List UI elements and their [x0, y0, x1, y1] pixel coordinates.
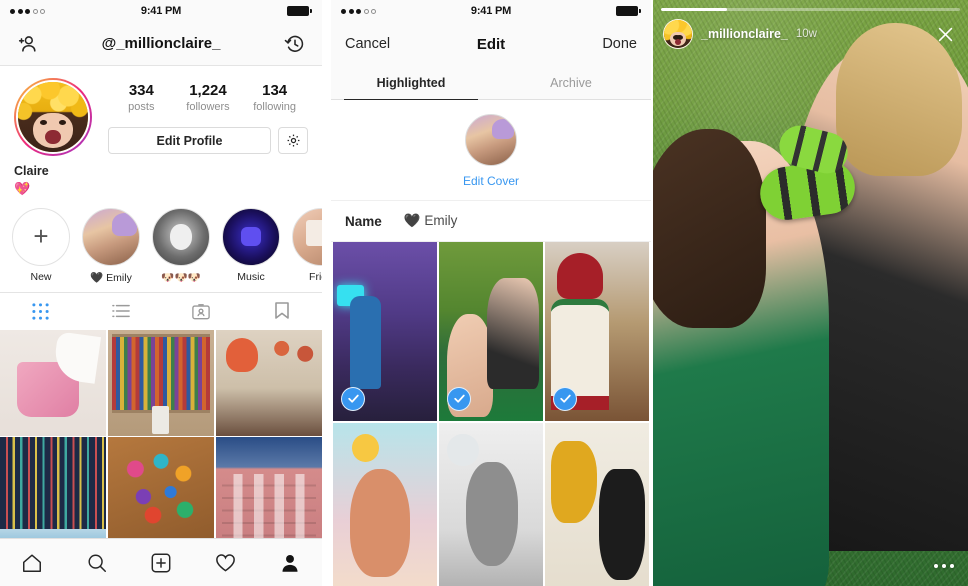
bottom-tab-bar	[0, 538, 322, 586]
story-thumbnail[interactable]	[545, 422, 649, 586]
cover-section: Edit Cover	[331, 100, 651, 201]
tab-grid[interactable]	[0, 293, 81, 330]
grid-photo[interactable]	[215, 329, 322, 436]
story-thumbnail[interactable]	[439, 422, 543, 586]
selected-check-icon[interactable]	[553, 386, 577, 411]
add-post-icon[interactable]	[129, 552, 193, 574]
story-selection-grid	[331, 242, 651, 586]
story-person-left-hair	[653, 128, 767, 329]
highlight-new[interactable]: + New	[12, 207, 70, 284]
close-x-icon[interactable]	[932, 21, 958, 47]
stat-value: 334	[128, 82, 154, 99]
edit-title: Edit	[476, 35, 506, 53]
story-media[interactable]: _millionclaire_ 10w	[653, 0, 968, 586]
signal-strength-icon	[341, 8, 401, 14]
profile-icon[interactable]	[258, 552, 322, 574]
profile-stats: 334 posts 1,224 followers 134 following …	[92, 78, 308, 156]
grid-photo[interactable]	[215, 437, 322, 544]
highlight-label: 🖤 Emily	[90, 271, 132, 284]
profile-username: @_millionclaire_	[101, 35, 221, 52]
bio-line: 💖	[14, 180, 31, 196]
edit-highlight-screen: 9:41 PM Cancel Edit Done Highlighted Arc…	[331, 0, 651, 586]
heart-icon[interactable]	[193, 551, 257, 574]
tab-saved[interactable]	[242, 293, 323, 330]
profile-nav-bar: @_millionclaire_	[0, 22, 322, 66]
grid-photo[interactable]	[107, 329, 215, 436]
add-person-icon[interactable]	[14, 31, 40, 57]
story-thumbnail[interactable]	[439, 242, 543, 421]
plus-icon: +	[12, 207, 70, 266]
profile-content-tabs	[0, 291, 323, 330]
story-viewer-screen: _millionclaire_ 10w	[653, 0, 968, 586]
selected-check-icon[interactable]	[447, 386, 471, 411]
story-timestamp: 10w	[795, 28, 817, 40]
story-progress-bar	[661, 8, 960, 11]
cancel-button[interactable]: Cancel	[345, 36, 407, 52]
three-panel-screenshot: 9:41 PM @_millionclaire_ 334 posts 1,224…	[0, 0, 968, 586]
grid-photo[interactable]	[0, 437, 107, 544]
highlight-emily[interactable]: 🖤 Emily	[82, 207, 140, 284]
panel-divider	[322, 0, 331, 586]
selected-check-icon[interactable]	[341, 386, 365, 411]
status-bar: 9:41 PM	[331, 0, 651, 22]
stat-following[interactable]: 134 following	[245, 82, 305, 115]
tab-tagged[interactable]	[161, 293, 242, 330]
tab-list[interactable]	[81, 293, 162, 330]
battery-icon	[581, 6, 641, 16]
signal-strength-icon	[10, 8, 70, 14]
profile-header: 334 posts 1,224 followers 134 following …	[0, 66, 322, 156]
edit-segmented-tabs: Highlighted Archive	[331, 66, 651, 100]
grid-photo[interactable]	[0, 329, 107, 436]
highlight-label: 🐶🐶🐶	[161, 271, 201, 284]
tab-archive[interactable]: Archive	[491, 66, 651, 99]
story-avatar[interactable]	[663, 19, 693, 49]
stat-label: posts	[128, 101, 155, 113]
highlight-dogs[interactable]: 🐶🐶🐶	[152, 207, 210, 284]
name-field-label: Name	[345, 213, 382, 229]
gear-icon[interactable]	[278, 127, 308, 155]
highlight-name-row[interactable]: Name 🖤 Emily	[331, 201, 651, 242]
archive-clock-icon[interactable]	[282, 31, 308, 57]
story-thumbnail[interactable]	[333, 422, 437, 586]
bio-display-name: Claire	[14, 164, 49, 178]
story-thumbnail[interactable]	[545, 242, 649, 421]
highlight-cover	[82, 207, 140, 266]
story-header: _millionclaire_ 10w	[663, 18, 958, 50]
tab-highlighted[interactable]: Highlighted	[331, 66, 491, 100]
story-username[interactable]: _millionclaire_	[701, 27, 788, 41]
highlight-cover	[222, 207, 280, 266]
name-field-value[interactable]: 🖤 Emily	[404, 213, 458, 229]
stat-value: 134	[262, 82, 288, 99]
highlight-friends[interactable]: Frien	[292, 207, 322, 284]
stat-followers[interactable]: 1,224 followers	[178, 82, 238, 115]
story-highlights-row[interactable]: + New 🖤 Emily 🐶🐶🐶 Music Frien	[0, 198, 322, 292]
more-options-icon[interactable]	[934, 564, 954, 568]
status-bar-time: 9:41 PM	[470, 5, 512, 17]
grid-photo[interactable]	[107, 437, 215, 544]
profile-bio: Claire 💖	[0, 156, 322, 198]
stat-value: 1,224	[189, 82, 227, 99]
highlight-cover	[152, 207, 210, 266]
stat-posts[interactable]: 334 posts	[111, 82, 171, 115]
highlight-cover-thumbnail[interactable]	[465, 114, 517, 166]
edit-profile-button[interactable]: Edit Profile	[108, 127, 271, 155]
home-icon[interactable]	[0, 552, 64, 574]
profile-screen: 9:41 PM @_millionclaire_ 334 posts 1,224…	[0, 0, 322, 586]
highlight-music[interactable]: Music	[222, 207, 280, 284]
done-button[interactable]: Done	[575, 36, 637, 52]
status-bar-time: 9:41 PM	[140, 5, 182, 17]
stat-label: followers	[186, 101, 230, 113]
story-thumbnail[interactable]	[333, 242, 437, 421]
edit-cover-button[interactable]: Edit Cover	[331, 174, 651, 188]
stat-label: following	[253, 101, 297, 113]
highlight-cover	[292, 207, 322, 266]
highlight-label: New	[30, 270, 52, 283]
search-icon[interactable]	[64, 552, 128, 574]
battery-icon	[252, 6, 312, 16]
status-bar: 9:41 PM	[0, 0, 322, 22]
highlight-label: Frien	[309, 270, 322, 283]
avatar[interactable]	[14, 78, 92, 156]
highlight-label: Music	[237, 270, 265, 283]
edit-nav-bar: Cancel Edit Done	[331, 22, 651, 66]
